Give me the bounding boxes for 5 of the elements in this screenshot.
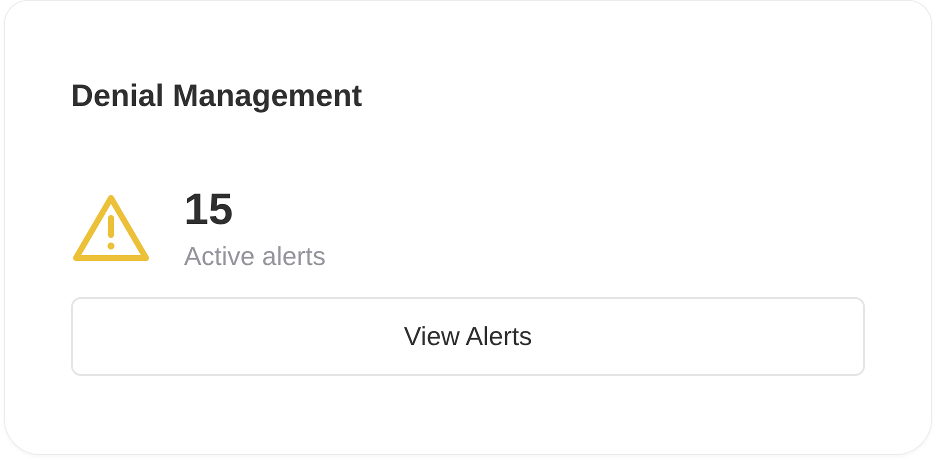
alert-count-label: Active alerts bbox=[184, 240, 326, 273]
warning-icon bbox=[72, 194, 150, 264]
alert-count: 15 bbox=[184, 185, 234, 235]
view-alerts-button[interactable]: View Alerts bbox=[71, 297, 865, 376]
card-title: Denial Management bbox=[71, 77, 364, 115]
